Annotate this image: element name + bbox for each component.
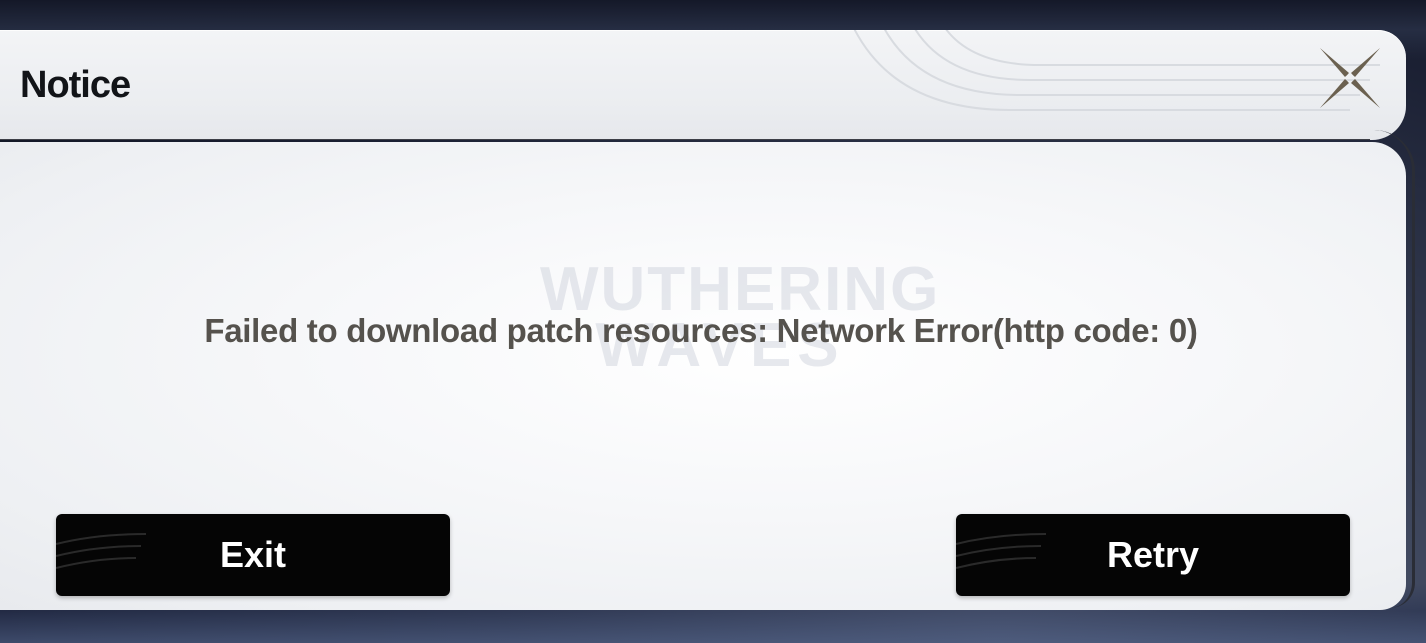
header-divider <box>0 139 1370 140</box>
error-message: Failed to download patch resources: Netw… <box>204 312 1198 349</box>
dialog-body: WUTHERING WAVES Failed to download patch… <box>0 142 1406 610</box>
close-button[interactable] <box>1318 46 1382 110</box>
header-decoration <box>853 30 1380 111</box>
close-x-icon <box>1320 48 1380 108</box>
notice-dialog: Notice WUTHERING WAVES Failed to downloa… <box>0 30 1415 610</box>
button-decoration <box>956 533 1047 569</box>
exit-button-label: Exit <box>219 534 287 575</box>
button-decoration <box>56 533 147 569</box>
retry-button[interactable]: Retry <box>956 514 1350 596</box>
exit-button[interactable]: Exit <box>56 514 450 596</box>
watermark-line-1: WUTHERING <box>540 255 941 324</box>
dialog-title: Notice <box>20 64 131 106</box>
retry-button-label: Retry <box>1106 534 1200 575</box>
dialog-header: Notice <box>0 30 1406 140</box>
